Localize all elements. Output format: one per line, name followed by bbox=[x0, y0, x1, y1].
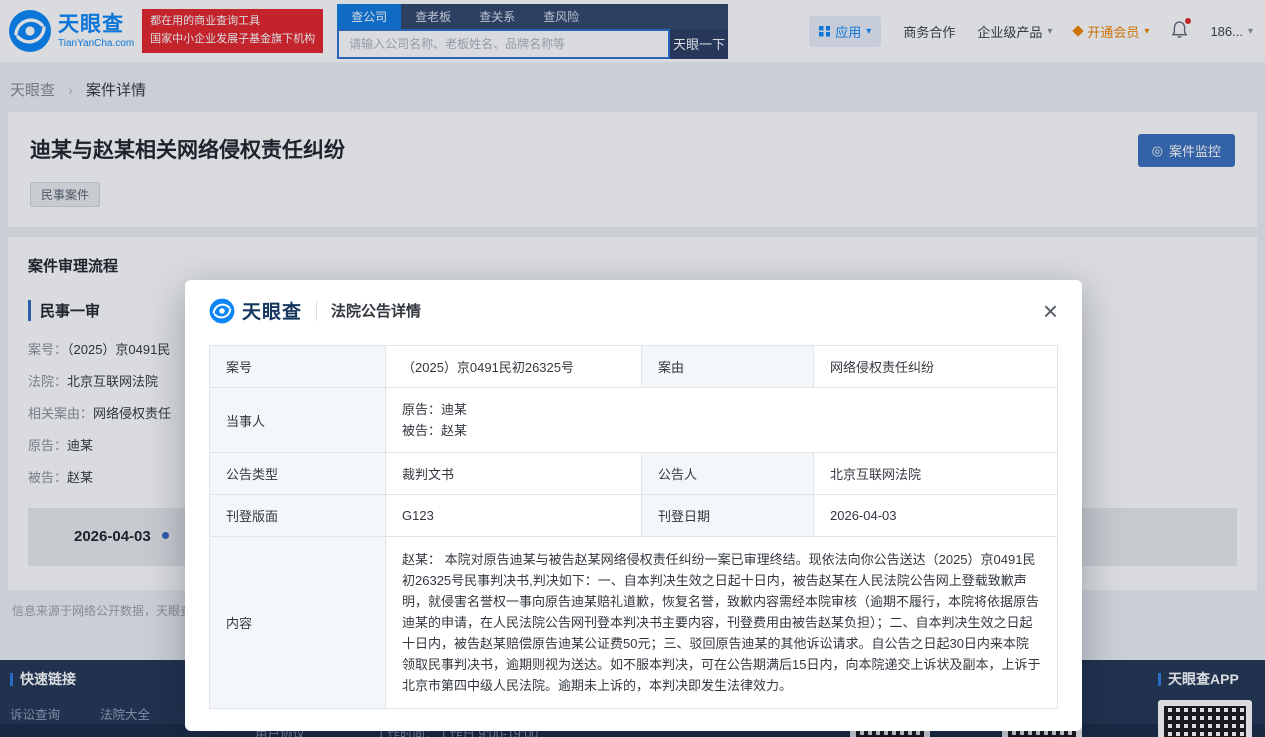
label-cause: 案由 bbox=[642, 346, 814, 388]
value-publish-date: 2026-04-03 bbox=[814, 495, 1058, 537]
value-parties: 原告：迪某 被告：赵某 bbox=[386, 388, 1058, 453]
table-row: 案号 （2025）京0491民初26325号 案由 网络侵权责任纠纷 bbox=[210, 346, 1058, 388]
label-case-number: 案号 bbox=[210, 346, 386, 388]
label-announcer: 公告人 bbox=[642, 453, 814, 495]
label-parties: 当事人 bbox=[210, 388, 386, 453]
table-row: 公告类型 裁判文书 公告人 北京互联网法院 bbox=[210, 453, 1058, 495]
table-row: 内容 赵某： 本院对原告迪某与被告赵某网络侵权责任纠纷一案已审理终结。现依法向你… bbox=[210, 537, 1058, 709]
label-page-layout: 刊登版面 bbox=[210, 495, 386, 537]
label-notice-type: 公告类型 bbox=[210, 453, 386, 495]
table-row: 刊登版面 G123 刊登日期 2026-04-03 bbox=[210, 495, 1058, 537]
party-plaintiff: 原告：迪某 bbox=[402, 399, 1041, 420]
value-case-number: （2025）京0491民初26325号 bbox=[386, 346, 642, 388]
table-row: 当事人 原告：迪某 被告：赵某 bbox=[210, 388, 1058, 453]
label-content: 内容 bbox=[210, 537, 386, 709]
value-notice-type: 裁判文书 bbox=[386, 453, 642, 495]
modal-header: 天眼查 法院公告详情 × bbox=[185, 280, 1082, 337]
court-notice-table: 案号 （2025）京0491民初26325号 案由 网络侵权责任纠纷 当事人 原… bbox=[209, 345, 1058, 709]
modal-title-divider bbox=[316, 301, 317, 321]
court-notice-modal: 天眼查 法院公告详情 × 案号 （2025）京0491民初26325号 案由 网… bbox=[185, 280, 1082, 731]
value-content: 赵某： 本院对原告迪某与被告赵某网络侵权责任纠纷一案已审理终结。现依法向你公告送… bbox=[386, 537, 1058, 709]
tianyancha-logo-icon bbox=[209, 298, 235, 324]
close-icon[interactable]: × bbox=[1043, 298, 1058, 324]
modal-brand: 天眼查 bbox=[242, 297, 302, 324]
party-defendant: 被告：赵某 bbox=[402, 420, 1041, 441]
modal-title: 法院公告详情 bbox=[331, 300, 421, 321]
value-announcer: 北京互联网法院 bbox=[814, 453, 1058, 495]
label-publish-date: 刊登日期 bbox=[642, 495, 814, 537]
value-cause: 网络侵权责任纠纷 bbox=[814, 346, 1058, 388]
value-page-layout: G123 bbox=[386, 495, 642, 537]
